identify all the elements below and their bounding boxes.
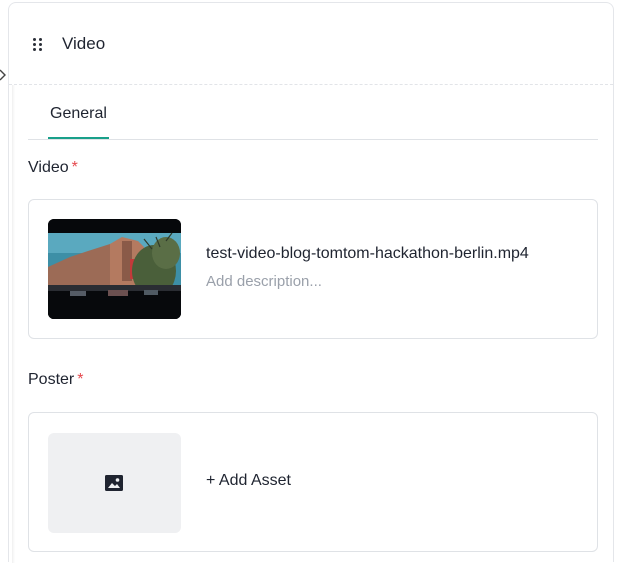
required-marker: *	[77, 371, 84, 388]
image-icon	[105, 475, 123, 491]
add-asset-button[interactable]: + Add Asset	[206, 472, 291, 490]
chevron-right-icon[interactable]	[0, 68, 7, 82]
block-header: Video	[9, 3, 613, 85]
poster-asset-card: + Add Asset	[28, 412, 598, 552]
drag-handle-icon[interactable]	[33, 38, 43, 52]
video-block-panel: Video General Video * test-video-blog-to…	[8, 2, 614, 563]
video-description-input[interactable]: Add description...	[206, 273, 322, 290]
video-thumbnail[interactable]	[48, 219, 181, 319]
video-file-name: test-video-blog-tomtom-hackathon-berlin.…	[206, 245, 529, 262]
tab-bar: General	[28, 89, 598, 140]
block-title: Video	[62, 34, 106, 53]
poster-placeholder[interactable]	[48, 433, 181, 533]
video-label-text: Video	[28, 159, 69, 176]
required-marker: *	[71, 159, 78, 176]
video-field-label: Video *	[28, 159, 78, 177]
poster-field-label: Poster *	[28, 371, 83, 389]
panel-inner-shadow	[12, 85, 15, 563]
video-thumbnail-image	[48, 219, 181, 319]
video-asset-card: test-video-blog-tomtom-hackathon-berlin.…	[28, 199, 598, 339]
tab-general[interactable]: General	[48, 89, 109, 139]
poster-label-text: Poster	[28, 371, 75, 388]
